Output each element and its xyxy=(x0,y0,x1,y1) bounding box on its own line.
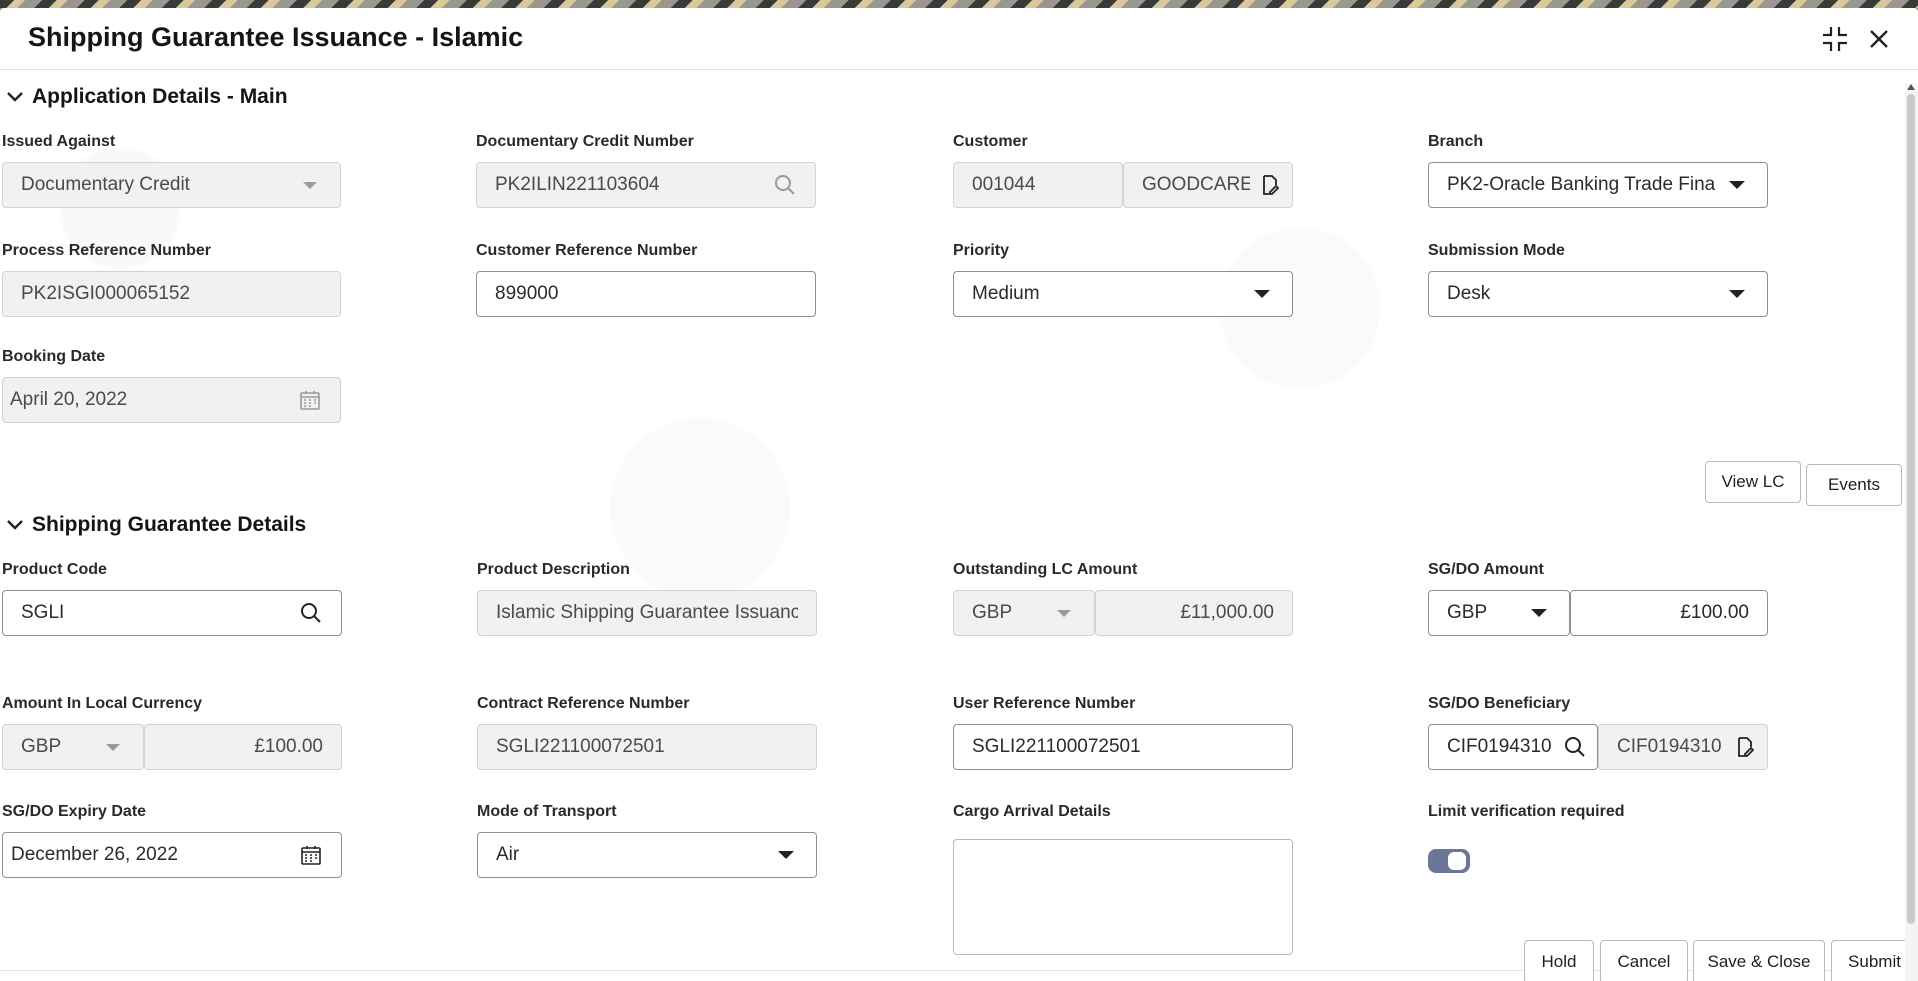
transport-label: Mode of Transport xyxy=(477,803,617,821)
local-amount-field: £100.00 xyxy=(144,724,342,770)
product-desc-label: Product Description xyxy=(477,561,630,579)
collapse-icon[interactable] xyxy=(1820,24,1850,54)
chevron-down-icon xyxy=(101,735,125,759)
section-application-details[interactable]: Application Details - Main xyxy=(0,82,288,112)
booking-date-field: April 20, 2022 xyxy=(2,377,341,423)
limit-verification-toggle[interactable] xyxy=(1428,849,1470,873)
customer-ref-input[interactable]: 899000 xyxy=(476,271,816,317)
scrollbar-thumb[interactable] xyxy=(1907,94,1915,924)
product-desc-field: Islamic Shipping Guarantee Issuanc xyxy=(477,590,817,636)
section-title: Application Details - Main xyxy=(32,85,288,109)
search-icon[interactable] xyxy=(1563,735,1587,759)
limit-verification-label: Limit verification required xyxy=(1428,803,1624,821)
save-close-button[interactable]: Save & Close xyxy=(1693,940,1825,981)
booking-date-label: Booking Date xyxy=(2,348,105,366)
contract-ref-field: SGLI221100072501 xyxy=(477,724,817,770)
local-currency-field: GBP xyxy=(2,724,144,770)
process-ref-label: Process Reference Number xyxy=(2,242,211,260)
cargo-details-textarea[interactable] xyxy=(953,839,1293,955)
expiry-date-input[interactable]: December 26, 2022 xyxy=(2,832,342,878)
chevron-down-icon xyxy=(1725,173,1749,197)
calendar-icon xyxy=(298,388,322,412)
process-ref-field: PK2ISGI000065152 xyxy=(2,271,341,317)
scroll-up-arrow[interactable] xyxy=(1907,84,1915,90)
user-ref-label: User Reference Number xyxy=(953,695,1135,713)
dc-number-field[interactable]: PK2ILIN221103604 xyxy=(476,162,816,208)
cargo-label: Cargo Arrival Details xyxy=(953,803,1111,821)
submission-mode-select[interactable]: Desk xyxy=(1428,271,1768,317)
toggle-knob xyxy=(1448,852,1466,870)
issued-against-label: Issued Against xyxy=(2,133,115,151)
modal-window: Shipping Guarantee Issuance - Islamic Ap… xyxy=(0,8,1918,981)
transport-select[interactable]: Air xyxy=(477,832,817,878)
customer-label: Customer xyxy=(953,133,1028,151)
sgdo-amount-label: SG/DO Amount xyxy=(1428,561,1544,579)
document-edit-icon[interactable] xyxy=(1258,173,1282,197)
chevron-down-icon xyxy=(1250,282,1274,306)
branch-select[interactable]: PK2-Oracle Banking Trade Fina xyxy=(1428,162,1768,208)
local-amount-label: Amount In Local Currency xyxy=(2,695,202,713)
chevron-down-icon xyxy=(2,512,28,538)
branch-label: Branch xyxy=(1428,133,1483,151)
events-button[interactable]: Events xyxy=(1806,464,1902,506)
chevron-down-icon xyxy=(1725,282,1749,306)
outstanding-lc-currency: GBP xyxy=(953,590,1095,636)
section-shipping-guarantee[interactable]: Shipping Guarantee Details xyxy=(0,510,306,540)
section-title: Shipping Guarantee Details xyxy=(32,513,306,537)
outstanding-lc-label: Outstanding LC Amount xyxy=(953,561,1137,579)
search-icon[interactable] xyxy=(299,601,323,625)
user-ref-input[interactable]: SGLI221100072501 xyxy=(953,724,1293,770)
product-code-label: Product Code xyxy=(2,561,107,579)
sgdo-amount-input[interactable]: £100.00 xyxy=(1570,590,1768,636)
view-lc-button[interactable]: View LC xyxy=(1705,461,1801,503)
sgdo-currency-select[interactable]: GBP xyxy=(1428,590,1570,636)
contract-ref-label: Contract Reference Number xyxy=(477,695,690,713)
document-edit-icon[interactable] xyxy=(1733,735,1757,759)
beneficiary-id-field[interactable]: CIF0194310 xyxy=(1428,724,1598,770)
hold-button[interactable]: Hold xyxy=(1524,940,1594,981)
product-code-field[interactable]: SGLI xyxy=(2,590,342,636)
customer-name-field[interactable]: GOODCARE xyxy=(1123,162,1293,208)
expiry-date-label: SG/DO Expiry Date xyxy=(2,803,146,821)
priority-select[interactable]: Medium xyxy=(953,271,1293,317)
chevron-down-icon xyxy=(2,84,28,110)
calendar-icon[interactable] xyxy=(299,843,323,867)
title-bar: Shipping Guarantee Issuance - Islamic xyxy=(0,8,1918,70)
customer-id-field[interactable]: 001044 xyxy=(953,162,1123,208)
issued-against-select[interactable]: Documentary Credit xyxy=(2,162,341,208)
outstanding-lc-amount: £11,000.00 xyxy=(1095,590,1293,636)
priority-label: Priority xyxy=(953,242,1009,260)
close-icon[interactable] xyxy=(1864,24,1894,54)
chevron-down-icon xyxy=(1052,601,1076,625)
chevron-down-icon xyxy=(1527,601,1551,625)
dc-number-label: Documentary Credit Number xyxy=(476,133,694,151)
submission-mode-label: Submission Mode xyxy=(1428,242,1565,260)
window-title: Shipping Guarantee Issuance - Islamic xyxy=(28,22,523,53)
chevron-down-icon xyxy=(774,843,798,867)
beneficiary-name-field[interactable]: CIF0194310 xyxy=(1598,724,1768,770)
background-desktop-strip xyxy=(0,0,1918,8)
search-icon[interactable] xyxy=(773,173,797,197)
vertical-scrollbar[interactable] xyxy=(1905,84,1918,981)
chevron-down-icon xyxy=(298,173,322,197)
beneficiary-label: SG/DO Beneficiary xyxy=(1428,695,1570,713)
customer-ref-label: Customer Reference Number xyxy=(476,242,697,260)
cancel-button[interactable]: Cancel xyxy=(1600,940,1688,981)
